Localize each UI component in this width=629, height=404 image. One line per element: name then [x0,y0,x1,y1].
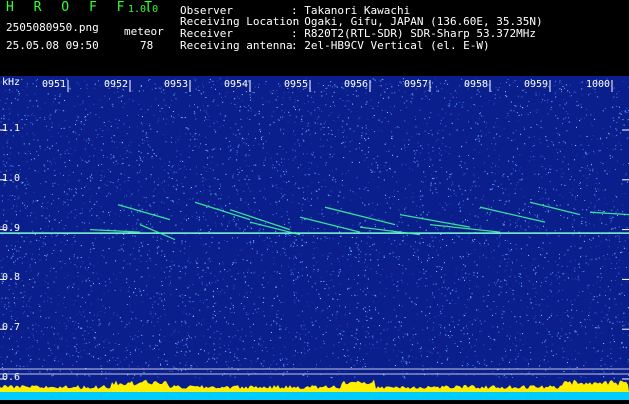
y-tick-label: 1.0 [2,174,20,184]
x-tick-label: 0953 [164,80,188,90]
y-tick-label: 1.1 [2,124,20,134]
meteor-count: 78 [140,40,153,52]
y-tick-label: 0.8 [2,273,20,283]
info-label-antenna: Receiving antenna [180,40,293,52]
y-tick-label: 0.9 [2,224,20,234]
y-unit-label: kHz [2,78,20,88]
file-name: 2505080950.png [6,22,99,34]
x-tick-label: 0958 [464,80,488,90]
header-panel: H R O F F T 1.0.0 2505080950.png 25.05.0… [0,0,629,76]
spectrogram-background [0,76,629,400]
x-tick-label: 1000 [586,80,610,90]
y-tick-label: 0.6 [2,373,20,383]
x-tick-label: 0957 [404,80,428,90]
x-tick-label: 0952 [104,80,128,90]
x-tick-label: 0959 [524,80,548,90]
x-tick-label: 0956 [344,80,368,90]
spectrogram: kHz 1.1 1.0 0.9 0.8 0.7 0.6 0951 0952 0953 0954 0… [0,76,629,400]
x-tick-label: 0955 [284,80,308,90]
app-version: 1.0.0 [128,4,158,16]
x-tick-label: 0954 [224,80,248,90]
x-tick-label: 0951 [42,80,66,90]
date-time: 25.05.08 09:50 [6,40,99,52]
meteor-label: meteor [124,26,164,38]
y-tick-label: 0.7 [2,323,20,333]
level-floor [0,392,629,400]
info-value-antenna: : 2el-HB9CV Vertical (el. E-W) [291,40,490,52]
spectrogram-canvas [0,76,629,400]
